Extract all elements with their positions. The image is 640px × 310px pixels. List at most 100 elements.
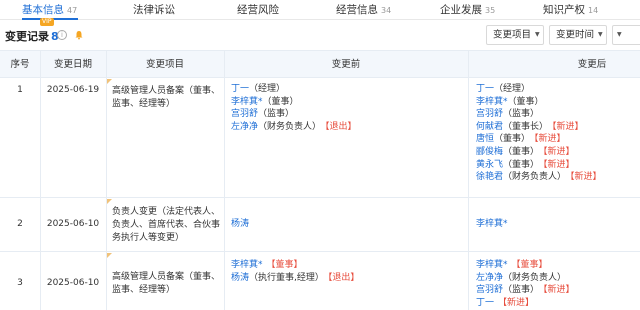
header-date: 变更日期 [53, 59, 92, 70]
person-role: （监事） [503, 285, 540, 296]
section-title: 变更记录 8 [5, 28, 59, 44]
person-link[interactable]: 李梓萁* [476, 260, 508, 270]
row-date: 2025-06-19 [46, 85, 100, 95]
person-link[interactable]: 徐艳君 [476, 172, 503, 182]
status-tag: 【董事】 [511, 260, 548, 270]
person-role: （财务负责人） [503, 272, 567, 283]
tab-basic-info[interactable]: 基本信息 47 [22, 2, 77, 18]
tab-business-risk[interactable]: 经营风险 [237, 2, 282, 18]
corner-marker [107, 199, 112, 204]
tab-label: 经营风险 [237, 4, 279, 16]
status-tag: 【新进】 [570, 172, 602, 183]
person-entry: 李梓萁* [476, 218, 508, 231]
change-item-filter[interactable]: 变更项目 ▼ [486, 25, 544, 45]
item-line: 负责人变更（法定代表人、 [112, 207, 221, 217]
row-index: 2 [17, 219, 23, 229]
tab-label: 知识产权 [543, 4, 585, 16]
item-line: 务执行人等变更） [112, 233, 185, 243]
tab-intellectual-property[interactable]: 知识产权 14 [543, 2, 598, 18]
tab-label: 企业发展 [440, 4, 482, 16]
person-role: （董事长） [503, 121, 549, 132]
person-entry: 唐恒（董事） 【新进】 [476, 133, 602, 146]
item-line: 监事、经理等） [112, 99, 176, 109]
corner-marker [107, 253, 112, 258]
table-row: 2 2025-06-10 负责人变更（法定代表人、 负责人、首席代表、合伙事 务… [0, 198, 640, 252]
person-entry: 宫羽舒（监事） [476, 108, 602, 121]
person-link[interactable]: 李梓萁* [476, 97, 508, 107]
person-entry: 郦俊梅（董事） 【新进】 [476, 146, 602, 159]
column-divider [224, 50, 225, 310]
row-date: 2025-06-10 [46, 278, 100, 288]
person-link[interactable]: 丁一 [476, 298, 494, 308]
tab-development[interactable]: 企业发展 35 [440, 2, 495, 18]
row-after: 丁一（经理） 李梓萁*（董事） 宫羽舒（监事） 何献君（董事长） 【新进】 唐恒（… [476, 83, 602, 184]
tab-bar: 基本信息 47 VIP 法律诉讼 经营风险 经营信息 34 企业发展 35 知识产权 1… [0, 0, 640, 26]
person-link[interactable]: 黄永飞 [476, 160, 503, 170]
person-link[interactable]: 丁一 [231, 84, 249, 94]
person-link[interactable]: 何献君 [476, 122, 503, 132]
tab-business-info[interactable]: 经营信息 34 [336, 2, 391, 18]
table-header: 序号 变更日期 变更项目 变更前 变更后 [0, 50, 640, 78]
status-tag: 【新进】 [543, 159, 575, 170]
row-item: 高级管理人员备案（董事、 监事、经理等） [112, 271, 222, 297]
person-link[interactable]: 唐恒 [476, 134, 494, 144]
person-role: （执行董事,经理） [249, 272, 324, 283]
status-tag: 【新进】 [543, 146, 575, 157]
person-entry: 何献君（董事长） 【新进】 [476, 121, 602, 134]
bell-icon[interactable] [74, 30, 84, 40]
tab-count: 35 [485, 6, 496, 15]
status-tag: 【董事】 [266, 260, 303, 270]
person-link[interactable]: 杨涛 [231, 273, 249, 283]
person-role: （董事） [494, 134, 531, 145]
person-role: （监事） [258, 109, 295, 120]
info-icon[interactable]: i [57, 30, 67, 40]
change-time-filter-label: 变更时间 [556, 29, 595, 41]
person-role: （监事） [503, 109, 540, 120]
row-date: 2025-06-10 [46, 219, 100, 229]
person-entry: 李梓萁*（董事） [476, 96, 602, 109]
person-link[interactable]: 左净净 [231, 122, 258, 132]
person-link[interactable]: 宫羽舒 [476, 285, 503, 295]
status-tag: 【新进】 [552, 121, 584, 132]
caret-down-icon: ▼ [535, 31, 540, 38]
caret-down-icon: ▼ [617, 31, 622, 38]
tab-count: 34 [381, 6, 392, 15]
vip-badge: VIP [40, 18, 54, 26]
row-item: 高级管理人员备案（董事、 监事、经理等） [112, 85, 222, 111]
row-item: 负责人变更（法定代表人、 负责人、首席代表、合伙事 务执行人等变更） [112, 206, 222, 245]
item-line: 高级管理人员备案（董事、 [112, 86, 221, 96]
person-role: （董事） [503, 159, 540, 170]
person-entry: 丁一（经理） [231, 83, 357, 96]
person-role: （经理） [249, 84, 286, 94]
person-link[interactable]: 左净净 [476, 273, 503, 283]
more-filter-button[interactable]: ▼ [612, 25, 640, 45]
item-line: 负责人、首席代表、合伙事 [112, 220, 221, 230]
person-link[interactable]: 丁一 [476, 84, 494, 94]
person-link[interactable]: 宫羽舒 [476, 109, 503, 119]
item-line: 监事、经理等） [112, 285, 176, 295]
tab-label: 经营信息 [336, 4, 378, 16]
status-tag: 【退出】 [327, 272, 360, 283]
person-role: （财务负责人） [258, 121, 322, 132]
tab-litigation[interactable]: 法律诉讼 [133, 2, 178, 18]
person-link[interactable]: 李梓萁* [231, 97, 263, 107]
person-link[interactable]: 杨涛 [231, 219, 249, 229]
person-link[interactable]: 宫羽舒 [231, 109, 258, 119]
person-link[interactable]: 李梓萁* [231, 260, 263, 270]
person-entry: 杨涛（执行董事,经理） 【退出】 [231, 272, 359, 285]
column-divider [40, 50, 41, 310]
row-index: 3 [17, 278, 23, 288]
person-entry: 宫羽舒（监事） [231, 108, 357, 121]
person-role: （经理） [494, 84, 531, 94]
change-time-filter[interactable]: 变更时间 ▼ [549, 25, 607, 45]
person-link[interactable]: 郦俊梅 [476, 147, 503, 157]
person-entry: 李梓萁* 【董事】 [476, 259, 575, 272]
table-row: 3 2025-06-10 高级管理人员备案（董事、 监事、经理等） 李梓萁* 【董… [0, 252, 640, 310]
table-row: 1 2025-06-19 高级管理人员备案（董事、 监事、经理等） 丁一（经理）… [0, 78, 640, 198]
tab-count: 14 [588, 6, 599, 15]
item-line: 高级管理人员备案（董事、 [112, 272, 221, 282]
person-entry: 左净净（财务负责人） [476, 272, 575, 285]
person-link[interactable]: 李梓萁* [476, 219, 508, 229]
row-index: 1 [17, 85, 23, 95]
column-divider [106, 50, 107, 310]
